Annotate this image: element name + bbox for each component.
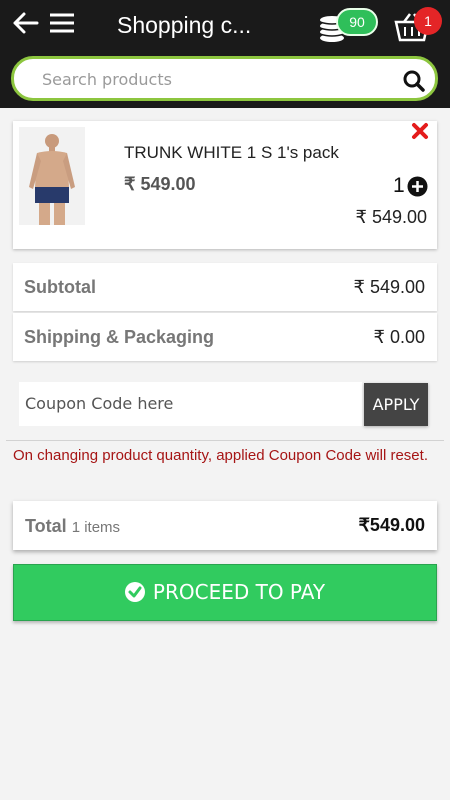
total-label: Total: [25, 516, 67, 536]
coupon-field: [19, 382, 362, 426]
total-items-count: 1 items: [71, 519, 121, 536]
coupon-notice: On changing product quantity, applied Co…: [13, 447, 428, 464]
quantity-value: 1: [393, 174, 405, 197]
shipping-row: Shipping & Packaging ₹ 0.00: [13, 313, 437, 361]
subtotal-value: ₹ 549.00: [353, 277, 425, 297]
total-value: ₹549.00: [358, 515, 425, 535]
subtotal-label: Subtotal: [24, 277, 96, 297]
shipping-label: Shipping & Packaging: [24, 327, 215, 347]
cart-count-badge: 1: [414, 7, 442, 35]
coins-count-badge: 90: [336, 8, 378, 36]
search-icon[interactable]: [403, 70, 425, 92]
line-total: ₹ 549.00: [355, 207, 427, 227]
divider: [6, 440, 444, 441]
coupon-input[interactable]: [25, 392, 355, 414]
product-price: ₹ 549.00: [124, 174, 196, 194]
total-label-group: Total 1 items: [25, 516, 120, 537]
plus-circle-icon[interactable]: [407, 176, 428, 197]
proceed-to-pay-label: PROCEED TO PAY: [152, 580, 326, 604]
product-name[interactable]: TRUNK WHITE 1 S 1's pack: [124, 143, 339, 163]
menu-icon[interactable]: [48, 10, 76, 36]
search-input[interactable]: [42, 68, 382, 90]
app-bar: Shopping c... 90 1: [0, 0, 450, 108]
apply-coupon-button[interactable]: APPLY: [364, 383, 428, 426]
proceed-to-pay-button[interactable]: PROCEED TO PAY: [13, 564, 437, 621]
search-bar: [11, 56, 438, 101]
check-circle-icon: [124, 568, 145, 602]
subtotal-row: Subtotal ₹ 549.00: [13, 263, 437, 311]
product-image[interactable]: [19, 127, 85, 225]
cart-item-card: TRUNK WHITE 1 S 1's pack ₹ 549.00 1 ₹ 54…: [13, 121, 437, 249]
page-title: Shopping c...: [117, 12, 252, 38]
back-arrow-icon[interactable]: [12, 10, 40, 36]
total-row: Total 1 items ₹549.00: [13, 501, 437, 550]
shipping-value: ₹ 0.00: [373, 327, 426, 347]
remove-item-icon[interactable]: [410, 121, 430, 141]
